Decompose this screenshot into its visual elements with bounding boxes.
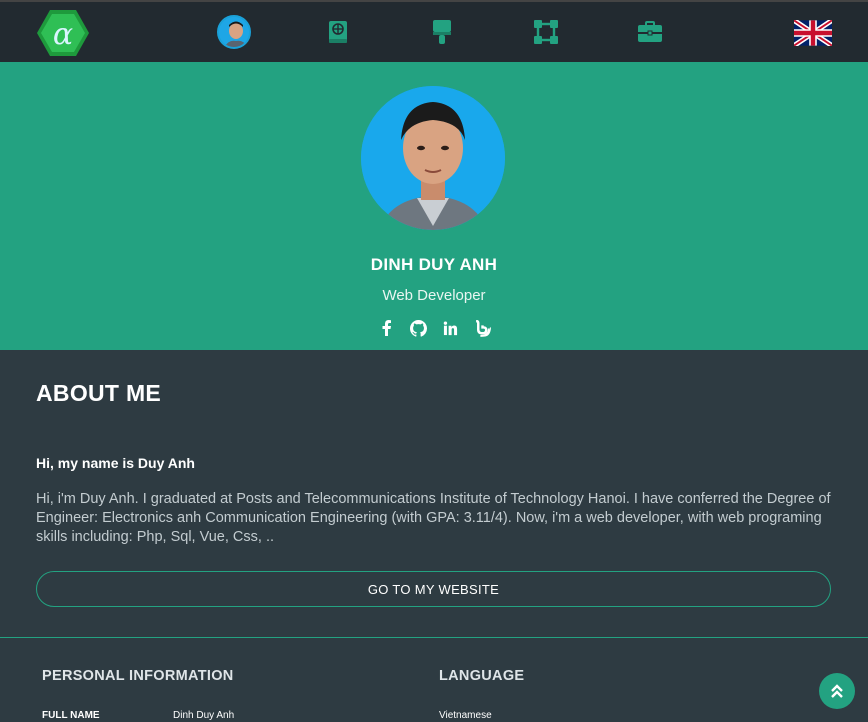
profile-photo	[361, 86, 505, 230]
profile-name: DINH DUY ANH	[370, 255, 498, 274]
paintbrush-icon	[433, 20, 451, 44]
blogger-icon[interactable]	[473, 319, 491, 337]
profile-role: Web Developer	[382, 287, 486, 304]
about-title: ABOUT ME	[36, 380, 162, 406]
language-value: Vietnamese	[439, 710, 492, 721]
hero-section: DINH DUY ANH Web Developer	[0, 62, 868, 350]
double-chevron-up-icon	[831, 684, 843, 698]
nav-portfolio[interactable]	[632, 14, 668, 50]
social-links	[374, 317, 494, 339]
about-bio: Hi, i'm Duy Anh. I graduated at Posts an…	[36, 491, 831, 545]
vector-square-icon	[534, 20, 558, 44]
github-icon[interactable]	[409, 319, 427, 337]
facebook-icon[interactable]	[377, 319, 395, 337]
about-greeting: Hi, my name is Duy Anh	[36, 455, 195, 471]
book-icon	[329, 21, 347, 43]
full-name-label: FULL NAME	[42, 710, 100, 721]
avatar-icon	[217, 15, 251, 49]
scroll-to-top-button[interactable]	[819, 673, 855, 709]
svg-text:α: α	[53, 17, 73, 52]
top-nav-bar: α	[0, 0, 868, 62]
nav-design[interactable]	[424, 14, 460, 50]
language-switch[interactable]	[794, 20, 832, 46]
full-name-value: Dinh Duy Anh	[173, 710, 235, 721]
nav-skills[interactable]	[528, 14, 564, 50]
briefcase-icon	[638, 21, 662, 42]
personal-information-heading: PERSONAL INFORMATION	[42, 668, 234, 684]
linkedin-icon[interactable]	[441, 319, 459, 337]
language-heading: LANGUAGE	[439, 668, 525, 684]
nav-resume[interactable]	[320, 14, 356, 50]
about-section: ABOUT ME Hi, my name is Duy Anh Hi, i'm …	[0, 350, 868, 637]
go-to-website-button[interactable]: GO TO MY WEBSITE	[36, 571, 831, 607]
uk-flag-icon	[794, 20, 832, 46]
alpha-logo-icon[interactable]: α	[36, 8, 90, 58]
nav-profile-avatar[interactable]	[216, 14, 252, 50]
info-section: PERSONAL INFORMATION LANGUAGE FULL NAME …	[0, 638, 868, 722]
